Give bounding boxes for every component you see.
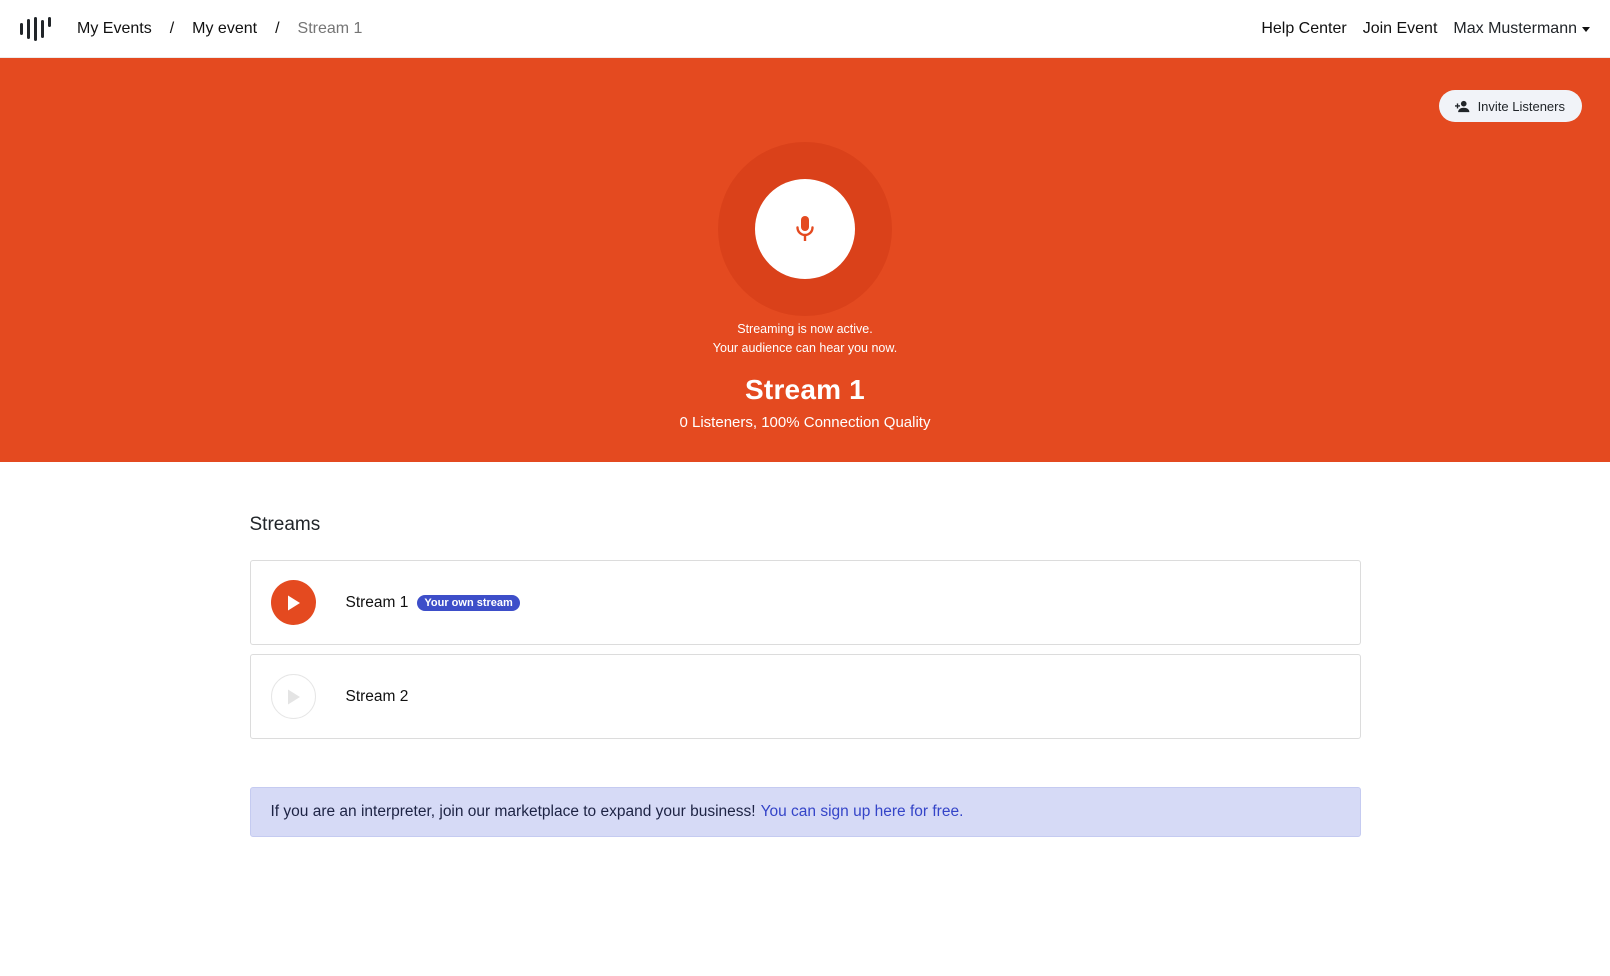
caret-down-icon xyxy=(1582,26,1590,32)
stream-item[interactable]: Stream 1 Your own stream xyxy=(249,560,1361,645)
stream-name: Stream 2 xyxy=(345,687,409,705)
nav-right-links: Help Center Join Event Max Mustermann xyxy=(1261,20,1590,38)
own-stream-badge: Your own stream xyxy=(417,594,520,611)
invite-listeners-button[interactable]: Invite Listeners xyxy=(1438,90,1582,122)
waveform-logo-icon[interactable] xyxy=(20,16,51,41)
invite-listeners-label: Invite Listeners xyxy=(1477,98,1565,114)
stream-title: Stream 1 xyxy=(745,374,865,405)
person-add-icon xyxy=(1454,100,1469,112)
signup-link[interactable]: You can sign up here for free. xyxy=(761,803,964,821)
breadcrumb-separator: / xyxy=(275,19,280,37)
microphone-icon xyxy=(796,216,814,241)
streaming-status: Streaming is now active. Your audience c… xyxy=(713,320,897,358)
breadcrumb: My Events / My event / Stream 1 xyxy=(77,20,362,38)
mic-halo xyxy=(718,142,892,316)
breadcrumb-my-events[interactable]: My Events xyxy=(77,20,152,38)
stream-name: Stream 1 xyxy=(345,593,409,611)
play-icon xyxy=(288,595,300,610)
status-line-1: Streaming is now active. xyxy=(737,322,873,336)
banner-text: If you are an interpreter, join our mark… xyxy=(270,803,756,820)
user-name: Max Mustermann xyxy=(1453,19,1577,37)
stream-play-button[interactable] xyxy=(270,580,316,625)
play-icon xyxy=(288,689,300,704)
help-center-link[interactable]: Help Center xyxy=(1261,20,1346,38)
stream-item[interactable]: Stream 2 xyxy=(249,654,1361,739)
mic-toggle-button[interactable] xyxy=(755,179,855,279)
interpreter-info-banner: If you are an interpreter, join our mark… xyxy=(249,787,1361,837)
stream-play-button[interactable] xyxy=(270,674,316,719)
breadcrumb-my-event[interactable]: My event xyxy=(192,20,257,38)
streams-section-title: Streams xyxy=(249,514,321,535)
streaming-hero: Invite Listeners Streaming is now active… xyxy=(0,58,1610,462)
join-event-link[interactable]: Join Event xyxy=(1363,20,1438,38)
user-menu-dropdown[interactable]: Max Mustermann xyxy=(1453,20,1590,38)
main-content: Streams Stream 1 Your own stream Stream … xyxy=(249,462,1361,837)
top-navbar: My Events / My event / Stream 1 Help Cen… xyxy=(0,0,1610,58)
breadcrumb-current-stream: Stream 1 xyxy=(297,19,363,37)
status-line-2: Your audience can hear you now. xyxy=(712,341,898,355)
stream-stats: 0 Listeners, 100% Connection Quality xyxy=(679,414,931,431)
breadcrumb-separator: / xyxy=(169,19,175,37)
